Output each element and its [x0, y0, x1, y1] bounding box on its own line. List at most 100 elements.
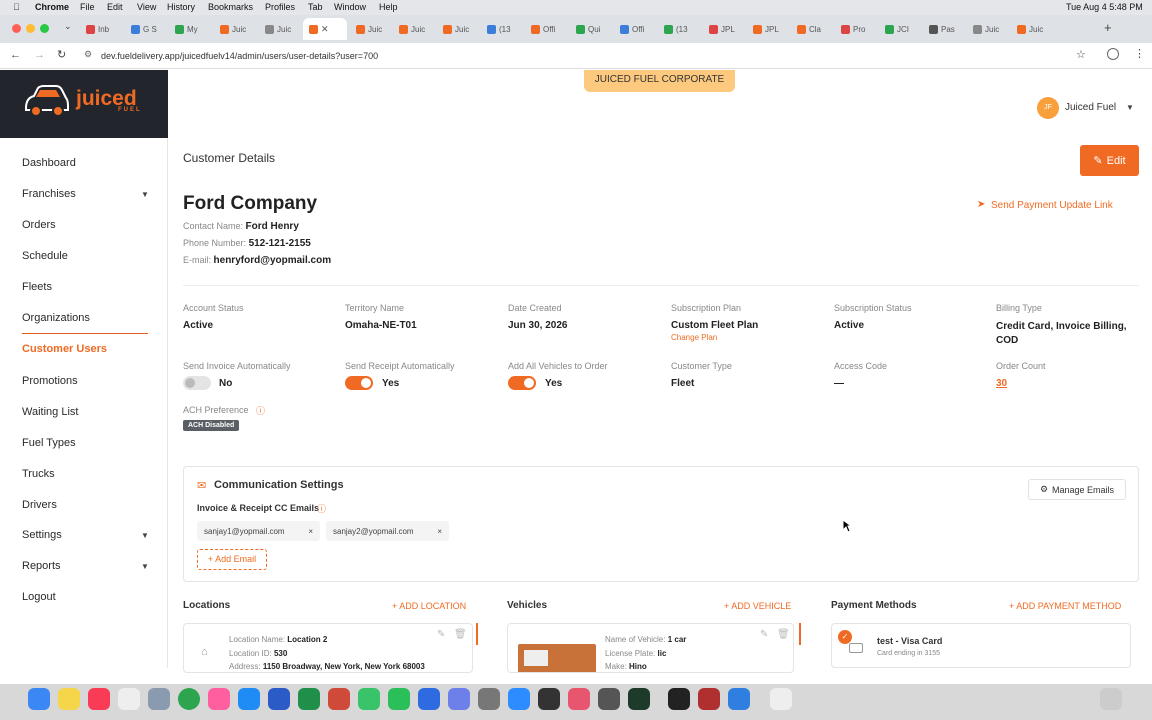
- menu-history[interactable]: History: [167, 2, 195, 12]
- edit-icon[interactable]: ✎: [437, 629, 445, 640]
- word-icon[interactable]: [268, 688, 290, 710]
- sidebar-item-reports[interactable]: Reports: [22, 560, 61, 572]
- tab-5[interactable]: Juic: [356, 20, 382, 38]
- powerpoint-icon[interactable]: [328, 688, 350, 710]
- chevron-down-icon[interactable]: ▼: [1126, 103, 1134, 112]
- sidebar-item-orders[interactable]: Orders: [22, 219, 56, 231]
- notes-icon[interactable]: [58, 688, 80, 710]
- send-icon[interactable]: ➤: [977, 199, 985, 210]
- terminal-icon[interactable]: [668, 688, 690, 710]
- app-icon[interactable]: [568, 688, 590, 710]
- trash-icon[interactable]: [1100, 688, 1122, 710]
- tab-18[interactable]: Pas: [929, 20, 955, 38]
- window-close-icon[interactable]: [12, 24, 21, 33]
- menu-file[interactable]: File: [80, 2, 95, 12]
- app-icon[interactable]: [448, 688, 470, 710]
- tab-search-icon[interactable]: ⌄: [64, 21, 72, 32]
- tab-12[interactable]: (13: [664, 20, 688, 38]
- menu-app[interactable]: Chrome: [35, 2, 69, 12]
- zoom-icon[interactable]: [508, 688, 530, 710]
- send-receipt-toggle[interactable]: [345, 376, 373, 390]
- slack-icon[interactable]: [208, 688, 230, 710]
- back-icon[interactable]: ←: [10, 49, 21, 61]
- edit-icon[interactable]: ✎: [760, 629, 768, 640]
- menu-view[interactable]: View: [137, 2, 156, 12]
- remove-icon[interactable]: ×: [308, 527, 313, 536]
- textedit-icon[interactable]: [118, 688, 140, 710]
- url-field[interactable]: dev.fueldelivery.app/juicedfuelv14/admin…: [101, 51, 378, 61]
- dictionary-icon[interactable]: [698, 688, 720, 710]
- tab-2[interactable]: My: [175, 20, 198, 38]
- menu-profiles[interactable]: Profiles: [265, 2, 295, 12]
- profile-icon[interactable]: [1107, 48, 1119, 60]
- add-vehicle-button[interactable]: + ADD VEHICLE: [724, 601, 791, 611]
- tab-0[interactable]: Inb: [86, 20, 109, 38]
- sidebar-item-organizations[interactable]: Organizations: [22, 312, 90, 324]
- vehicle-card[interactable]: Name of Vehicle: 1 car License Plate: li…: [507, 623, 794, 673]
- tab-11[interactable]: Offi: [620, 20, 644, 38]
- tab-14[interactable]: JPL: [753, 20, 779, 38]
- finder-icon[interactable]: [28, 688, 50, 710]
- reload-icon[interactable]: ↻: [57, 48, 66, 61]
- tab-7[interactable]: Juic: [443, 20, 469, 38]
- add-location-button[interactable]: + ADD LOCATION: [392, 601, 466, 611]
- chrome-menu-icon[interactable]: ⋮: [1134, 47, 1145, 60]
- window-zoom-icon[interactable]: [40, 24, 49, 33]
- location-card[interactable]: ⌂ Location Name: Location 2 Location ID:…: [183, 623, 473, 673]
- terminal-icon[interactable]: [628, 688, 650, 710]
- sidebar-item-fleets[interactable]: Fleets: [22, 281, 52, 293]
- trash-icon[interactable]: 🗑: [454, 629, 467, 640]
- tab-13[interactable]: JPL: [709, 20, 735, 38]
- sidebar-item-drivers[interactable]: Drivers: [22, 499, 57, 511]
- messages-icon[interactable]: [358, 688, 380, 710]
- menu-tab[interactable]: Tab: [308, 2, 323, 12]
- menu-edit[interactable]: Edit: [107, 2, 123, 12]
- info-icon[interactable]: ⓘ: [317, 502, 326, 515]
- app-icon[interactable]: [728, 688, 750, 710]
- add-payment-method-button[interactable]: + ADD PAYMENT METHOD: [1009, 601, 1121, 611]
- menu-bookmarks[interactable]: Bookmarks: [208, 2, 253, 12]
- document-icon[interactable]: [770, 688, 792, 710]
- sidebar-item-fuel-types[interactable]: Fuel Types: [22, 437, 76, 449]
- settings-icon[interactable]: [478, 688, 500, 710]
- tab-10[interactable]: Qui: [576, 20, 600, 38]
- tab-6[interactable]: Juic: [399, 20, 425, 38]
- info-icon[interactable]: ⓘ: [256, 404, 265, 417]
- tab-19[interactable]: Juic: [973, 20, 999, 38]
- add-vehicles-toggle[interactable]: [508, 376, 536, 390]
- send-payment-link[interactable]: Send Payment Update Link: [991, 200, 1113, 211]
- tab-3[interactable]: Juic: [220, 20, 246, 38]
- remove-icon[interactable]: ×: [437, 527, 442, 536]
- menu-window[interactable]: Window: [334, 2, 366, 12]
- send-invoice-toggle[interactable]: [183, 376, 211, 390]
- sidebar-item-franchises[interactable]: Franchises: [22, 188, 150, 200]
- tab-9[interactable]: Offi: [531, 20, 555, 38]
- tab-active[interactable]: ✕: [303, 18, 347, 40]
- sidebar-item-settings[interactable]: Settings: [22, 529, 62, 541]
- tab-16[interactable]: Pro: [841, 20, 865, 38]
- add-email-button[interactable]: + Add Email: [197, 549, 267, 570]
- tab-8[interactable]: (13: [487, 20, 511, 38]
- tab-4[interactable]: Juic: [265, 20, 291, 38]
- sidebar-item-waiting-list[interactable]: Waiting List: [22, 406, 78, 418]
- preview-icon[interactable]: [148, 688, 170, 710]
- tab-15[interactable]: Cla: [797, 20, 821, 38]
- new-tab-icon[interactable]: +: [1104, 20, 1112, 35]
- brand-logo[interactable]: juiced FUEL: [0, 70, 168, 138]
- order-count-link[interactable]: 30: [996, 378, 1007, 389]
- whatsapp-icon[interactable]: [388, 688, 410, 710]
- safari-icon[interactable]: [238, 688, 260, 710]
- bookmark-star-icon[interactable]: ☆: [1076, 48, 1086, 61]
- change-plan-link[interactable]: Change Plan: [671, 333, 717, 342]
- app-icon[interactable]: [538, 688, 560, 710]
- app-icon[interactable]: [598, 688, 620, 710]
- avatar[interactable]: JF: [1037, 97, 1059, 119]
- tab-17[interactable]: JCI: [885, 20, 909, 38]
- menu-help[interactable]: Help: [379, 2, 398, 12]
- user-name[interactable]: Juiced Fuel: [1065, 102, 1116, 113]
- chrome-icon[interactable]: [178, 688, 200, 710]
- window-minimize-icon[interactable]: [26, 24, 35, 33]
- sidebar-item-schedule[interactable]: Schedule: [22, 250, 68, 262]
- edit-button[interactable]: ✎ Edit: [1080, 145, 1139, 176]
- sidebar-item-customer-users[interactable]: Customer Users: [22, 343, 107, 355]
